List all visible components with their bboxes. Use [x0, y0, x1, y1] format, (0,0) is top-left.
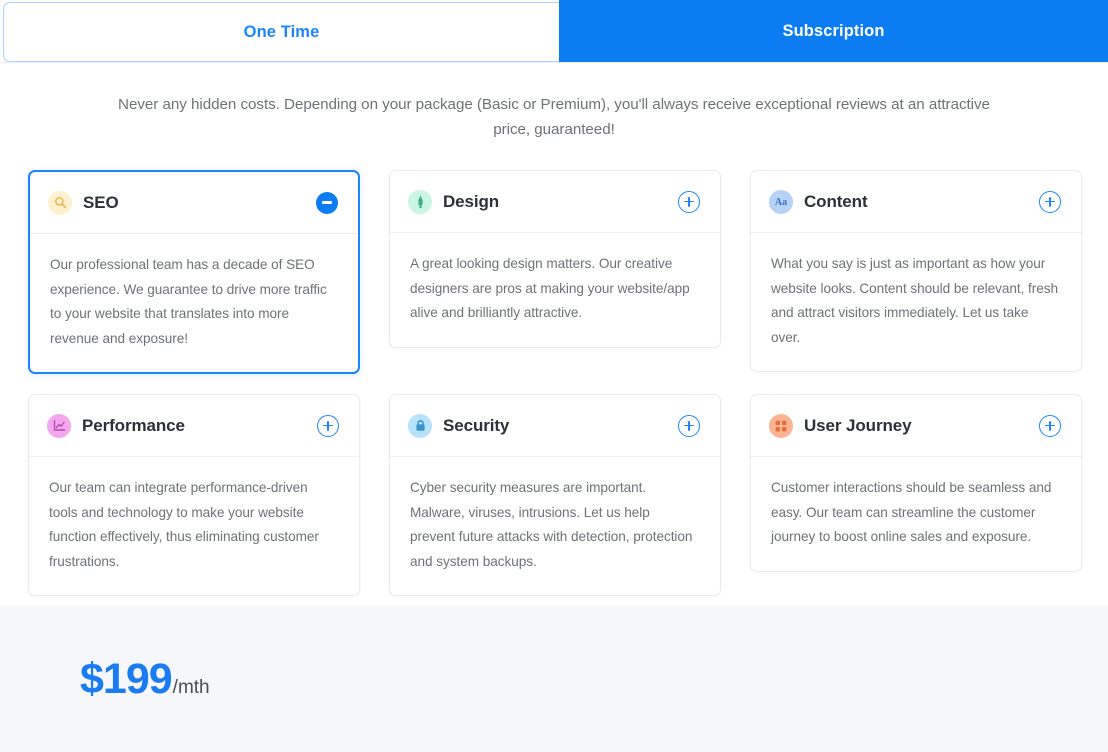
service-card-title: User Journey: [804, 415, 912, 435]
price-display: $199 /mth: [80, 655, 210, 704]
service-card-title: Security: [443, 415, 510, 435]
grid-squares-icon: [769, 413, 793, 438]
tab-one-time-label: One Time: [243, 22, 320, 41]
service-card-title: Performance: [82, 415, 185, 435]
service-card-body: A great looking design matters. Our crea…: [410, 256, 690, 320]
pen-icon: [408, 189, 432, 214]
service-card-header[interactable]: User Journey: [751, 395, 1081, 457]
tab-subscription[interactable]: Subscription: [559, 0, 1108, 62]
service-card: Aa Content What you say is just as importa…: [750, 170, 1082, 372]
service-card-header[interactable]: Aa Content: [751, 171, 1081, 233]
expand-plus-icon[interactable]: [678, 190, 700, 213]
price-period: /mth: [172, 676, 210, 698]
service-card-header[interactable]: Security: [390, 395, 720, 457]
service-card-grid: SEO Our professional team has a decade of…: [0, 142, 1108, 596]
price-amount: $199: [80, 654, 173, 703]
service-card-body: Customer interactions should be seamless…: [771, 480, 1052, 544]
service-card-header[interactable]: Design: [390, 171, 720, 233]
plan-footer-bar: $199 /mth SEO Ninja Monthly Yearly Submi…: [0, 606, 1108, 752]
tab-subscription-label: Subscription: [782, 21, 885, 40]
service-card-title: Design: [443, 191, 500, 211]
service-card-body: Cyber security measures are important. M…: [410, 480, 693, 569]
plan-panel: Never any hidden costs. Depending on you…: [0, 62, 1108, 606]
service-card: SEO Our professional team has a decade of…: [28, 170, 360, 374]
service-card: Performance Our team can integrate perfor…: [28, 394, 360, 596]
expand-plus-icon[interactable]: [1039, 414, 1061, 437]
collapse-minus-icon[interactable]: [316, 191, 338, 214]
expand-plus-icon[interactable]: [317, 414, 339, 437]
intro-text: Never any hidden costs. Depending on you…: [118, 96, 990, 138]
service-card-title: SEO: [83, 192, 119, 212]
service-card: User Journey Customer interactions should…: [750, 394, 1082, 572]
service-card-title: Content: [804, 191, 868, 211]
service-card-header[interactable]: SEO: [30, 172, 358, 234]
expand-plus-icon[interactable]: [1039, 190, 1061, 213]
service-card-header[interactable]: Performance: [29, 395, 359, 457]
service-card-body: Our professional team has a decade of SE…: [50, 257, 327, 346]
service-card-body: What you say is just as important as how…: [771, 256, 1059, 345]
service-card-body: Our team can integrate performance-drive…: [49, 480, 319, 569]
magnifier-icon: [48, 190, 72, 215]
plan-type-tabs: One Time Subscription: [0, 0, 1108, 62]
lock-icon: [408, 413, 432, 438]
service-card: Security Cyber security measures are impo…: [389, 394, 721, 596]
svg-text:Aa: Aa: [775, 197, 787, 207]
expand-plus-icon[interactable]: [678, 414, 700, 437]
service-card: Design A great looking design matters. Ou…: [389, 170, 721, 348]
chart-icon: [47, 413, 71, 438]
tab-one-time[interactable]: One Time: [3, 2, 559, 62]
text-aa-icon: Aa: [769, 189, 793, 214]
